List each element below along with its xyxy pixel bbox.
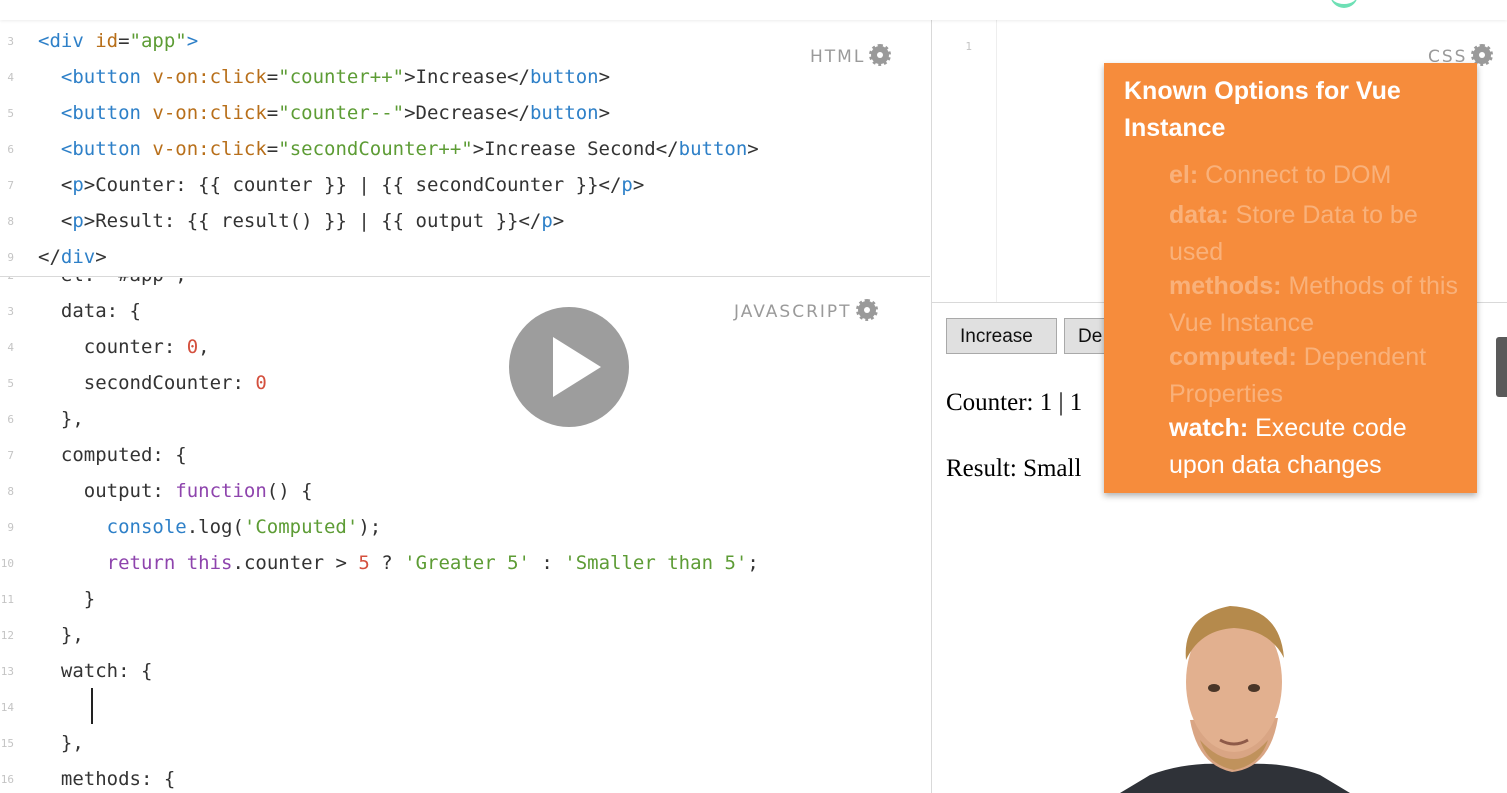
code-line: computed: { [38, 444, 187, 466]
code-line: </div> [38, 246, 107, 268]
presenter-video [1120, 600, 1350, 793]
line-number: 4 [7, 71, 14, 84]
css-line-gutter: 1 [932, 20, 997, 302]
code-line: <p>Result: {{ result() }} | {{ output }}… [38, 210, 565, 232]
increase-button[interactable]: Increase [946, 318, 1057, 354]
line-number: 6 [7, 413, 14, 426]
line-number: 8 [7, 485, 14, 498]
html-panel-label: HTML [810, 44, 892, 67]
line-number: 10 [0, 557, 14, 570]
counter-output: Counter: 1 | 1 [946, 389, 1083, 416]
known-options-popup: Known Options for Vue Instance el: Conne… [1104, 63, 1477, 493]
line-number: 12 [0, 629, 14, 642]
option-watch: watch: Execute code upon data changes [1169, 414, 1407, 479]
code-line: el: '#app', [38, 277, 187, 293]
line-number: 7 [7, 179, 14, 192]
option-methods: methods: Methods of this Vue Instance [1169, 272, 1458, 337]
play-icon[interactable] [509, 307, 629, 427]
line-number: 5 [7, 107, 14, 120]
code-line: output: function() { [38, 480, 313, 502]
line-number: 8 [7, 215, 14, 228]
html-label-text: HTML [810, 47, 866, 67]
code-line: secondCounter: 0 [38, 372, 267, 394]
line-number: 4 [7, 341, 14, 354]
code-line: <button v-on:click="counter++">Increase<… [60, 66, 611, 88]
code-line: <p>Counter: {{ counter }} | {{ secondCou… [38, 174, 645, 196]
text-cursor [91, 688, 93, 724]
top-bar [0, 0, 1507, 20]
line-number: 9 [7, 251, 14, 264]
side-tab-handle[interactable] [1496, 337, 1507, 397]
code-line: <button v-on:click="secondCounter++">Inc… [60, 138, 759, 160]
line-number: 9 [7, 521, 14, 534]
line-number: 2 [0, 277, 14, 282]
code-line: }, [38, 732, 84, 754]
css-line-number: 1 [965, 40, 972, 53]
code-line: }, [38, 408, 84, 430]
code-line: } [38, 588, 96, 610]
code-line: <button v-on:click="counter--">Decrease<… [60, 102, 611, 124]
line-number: 5 [7, 377, 14, 390]
code-line: counter: 0, [38, 336, 210, 358]
line-number: 15 [0, 737, 14, 750]
option-el: el: Connect to DOM [1169, 161, 1392, 189]
code-line: }, [38, 624, 84, 646]
gear-icon[interactable] [869, 44, 892, 66]
gear-icon[interactable] [1471, 44, 1494, 66]
js-label-text: JAVASCRIPT [734, 302, 852, 322]
line-number: 7 [7, 449, 14, 462]
code-line: methods: { [38, 768, 176, 790]
code-line: watch: { [38, 660, 153, 682]
code-line: return this.counter > 5 ? 'Greater 5' : … [106, 552, 759, 574]
line-number: 6 [7, 143, 14, 156]
code-line: data: { [38, 300, 141, 322]
code-line: console.log('Computed'); [106, 516, 382, 538]
option-computed: computed: Dependent Properties [1169, 343, 1427, 408]
line-number: 16 [0, 773, 14, 786]
line-number: 3 [7, 305, 14, 318]
option-data: data: Store Data to be used [1169, 201, 1418, 266]
line-number: 11 [0, 593, 14, 606]
javascript-editor-panel[interactable]: 2 3 4 5 6 7 8 9 10 11 12 13 14 15 16 el: '#app', data:… [0, 277, 930, 793]
js-panel-label: JAVASCRIPT [734, 299, 878, 322]
html-editor-panel[interactable]: 3 4 5 6 7 8 9 <div id="app"> <button v-on:clic… [0, 20, 930, 277]
gear-icon[interactable] [855, 299, 878, 321]
line-number: 14 [0, 701, 14, 714]
line-number: 13 [0, 665, 14, 678]
result-output: Result: Small [946, 455, 1082, 482]
line-number: 3 [7, 35, 14, 48]
code-line: <div id="app"> [38, 30, 199, 52]
popup-title: Known Options for Vue Instance [1124, 77, 1401, 142]
